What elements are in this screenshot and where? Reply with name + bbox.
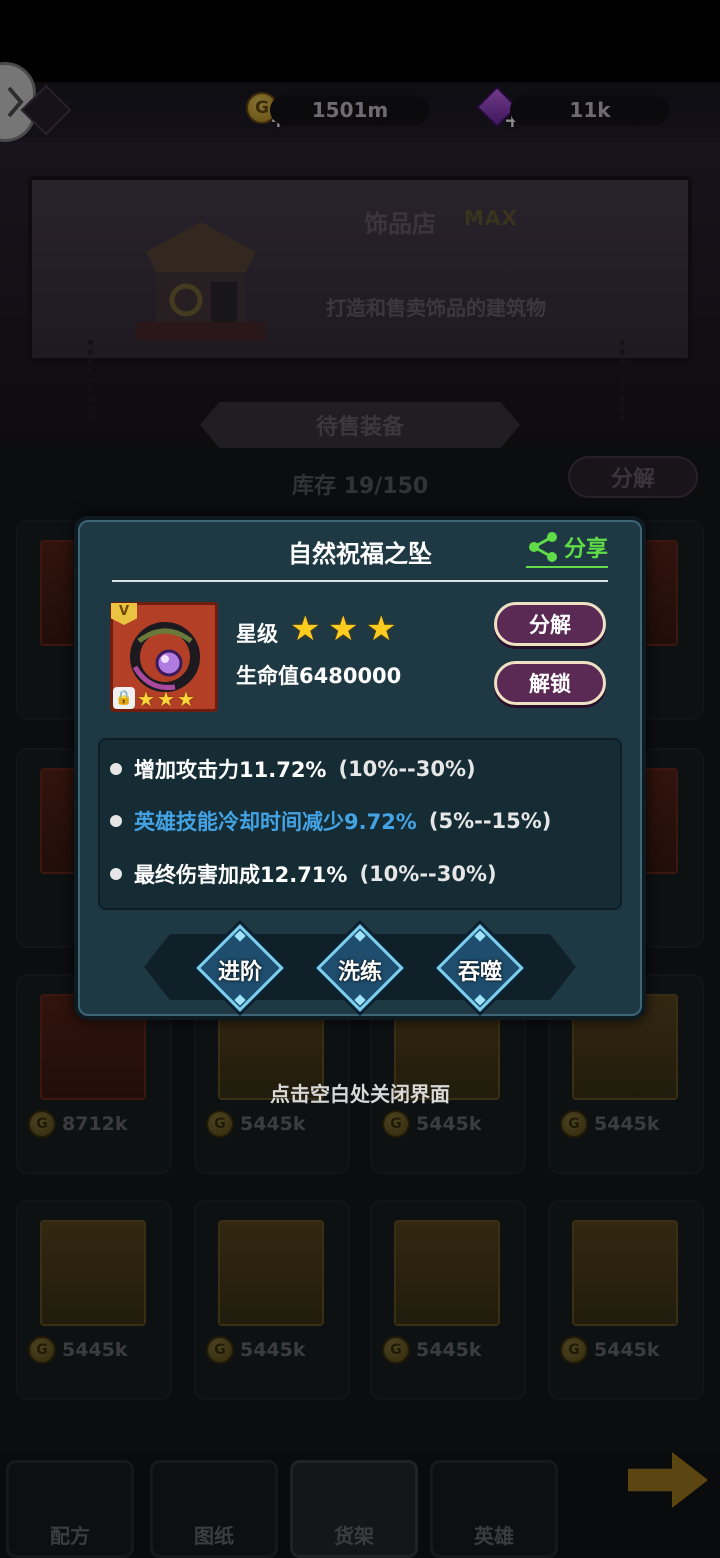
hp-stat: 生命值6480000 [236,664,402,688]
close-hint: 点击空白处关闭界面 [270,1082,450,1106]
attribute-row: 增加攻击力11.72% (10%--30%) [110,754,476,784]
devour-label: 吞噬 [457,960,502,985]
star-level-label: 星级 [236,622,278,646]
star-icon: ★ [290,609,321,649]
star-rating: ★ ★ ★ [290,612,400,646]
game-screen: G + 1501m + 11k 饰品店 MAX 打造和售卖饰品的建筑物 待售装备… [0,0,720,1558]
bullet-icon [110,815,122,827]
attribute-text: 增加攻击力11.72% [134,758,327,782]
lock-icon: 🔒 [113,687,135,709]
unlock-button[interactable]: 解锁 [494,661,606,705]
refine-label: 洗练 [337,960,382,985]
star-icon: ★ [328,609,359,649]
advance-label: 进阶 [217,960,262,985]
share-button[interactable]: 分享 [526,530,609,568]
title-divider [112,580,608,582]
bullet-icon [110,868,122,880]
item-mini-stars: ★ ★ ★ [137,689,197,709]
star-icon: ★ [177,687,195,711]
bullet-icon [110,763,122,775]
unlock-label: 解锁 [529,672,571,696]
refine-button[interactable]: 洗练 [316,924,404,1012]
star-icon: ★ [137,687,155,711]
attribute-row: 英雄技能冷却时间减少9.72% (5%--15%) [110,806,551,836]
item-name-title: 自然祝福之坠 [288,540,432,568]
attribute-range: (5%--15%) [428,809,552,833]
attribute-row: 最终伤害加成12.71% (10%--30%) [110,859,497,889]
share-label: 分享 [564,537,609,562]
attribute-text: 英雄技能冷却时间减少9.72% [134,810,417,834]
attribute-range: (10%--30%) [338,757,476,781]
star-icon: ★ [157,687,175,711]
devour-button[interactable]: 吞噬 [436,924,524,1012]
decompose-label: 分解 [529,613,571,637]
dialog-decompose-button[interactable]: 分解 [494,602,606,646]
item-portrait: V 🔒 ★ ★ ★ [110,602,218,712]
star-icon: ★ [366,609,397,649]
advance-button[interactable]: 进阶 [196,924,284,1012]
attribute-range: (10%--30%) [359,862,497,886]
attribute-text: 最终伤害加成12.71% [134,863,348,887]
share-icon [529,532,557,562]
